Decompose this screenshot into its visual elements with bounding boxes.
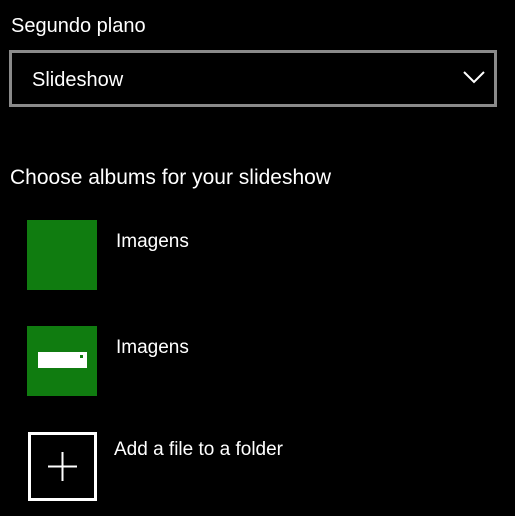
background-type-dropdown[interactable]: Slideshow xyxy=(9,50,497,107)
dropdown-selected-value: Slideshow xyxy=(32,69,124,91)
album-item-imagens[interactable]: Imagens xyxy=(26,220,496,292)
album-thumbnail xyxy=(27,220,97,290)
album-item-imagens-drive[interactable]: Imagens xyxy=(26,326,496,398)
drive-icon xyxy=(38,352,87,368)
albums-heading: Choose albums for your slideshow xyxy=(10,166,331,189)
plus-icon xyxy=(48,452,77,481)
add-folder-button[interactable]: Add a file to a folder xyxy=(26,432,496,504)
album-thumbnail xyxy=(27,326,97,396)
add-folder-label: Add a file to a folder xyxy=(114,439,283,460)
background-setting-label: Segundo plano xyxy=(11,15,146,37)
add-folder-tile xyxy=(28,432,97,501)
album-item-label: Imagens xyxy=(116,231,189,252)
chevron-down-icon xyxy=(463,71,485,84)
album-item-label: Imagens xyxy=(116,337,189,358)
